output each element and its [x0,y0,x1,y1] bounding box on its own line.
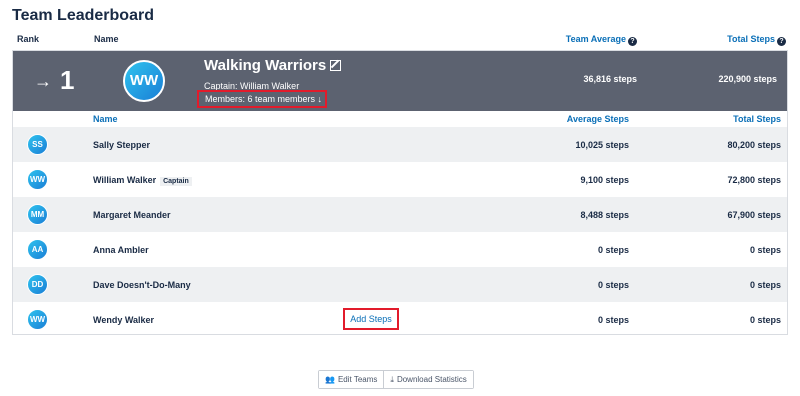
members-toggle[interactable]: Members: 6 team members ↓ [197,90,327,108]
edit-icon[interactable] [330,60,342,71]
member-total: 0 steps [749,280,781,290]
member-average: 9,100 steps [580,175,629,185]
team-avatar: WW [123,60,165,102]
member-table-header: Name Average Steps Total Steps [13,111,787,127]
arrow-right-icon: → [34,71,52,91]
help-icon[interactable]: ? [777,37,786,46]
member-average: 10,025 steps [575,140,629,150]
member-total: 0 steps [749,315,781,325]
add-steps-button[interactable]: Add Steps [343,308,399,330]
column-header-name: Name [94,34,119,44]
team-name: Walking Warriors [204,57,342,74]
download-statistics-label: Download Statistics [396,375,467,384]
table-row: SS Sally Stepper 10,025 steps 80,200 ste… [13,127,787,162]
member-header-total: Total Steps [733,114,781,124]
avatar: DD [27,274,48,295]
avatar: WW [27,169,48,190]
member-header-average: Average Steps [566,114,629,124]
member-average: 0 steps [597,315,629,325]
leaderboard-panel: → 1 WW Walking Warriors Captain: William… [12,50,788,335]
column-header-team-average[interactable]: Team Average? [566,34,637,48]
table-row: AA Anna Ambler 0 steps 0 steps [13,232,787,267]
member-total: 0 steps [749,245,781,255]
team-rank: 1 [60,65,75,95]
edit-teams-label: Edit Teams [337,375,378,384]
column-header-total-steps[interactable]: Total Steps? [727,34,786,48]
member-average: 8,488 steps [580,210,629,220]
page-title: Team Leaderboard [12,7,154,24]
avatar: AA [27,239,48,260]
member-name: Margaret Meander [93,210,171,220]
download-statistics-button[interactable]: ⤓ Download Statistics [383,371,473,388]
table-row: WW William Walker Captain 9,100 steps 72,… [13,162,787,197]
action-button-group: 👥 Edit Teams ⤓ Download Statistics [318,370,474,389]
edit-teams-button[interactable]: 👥 Edit Teams [319,371,384,388]
team-name-label: Walking Warriors [204,57,327,74]
avatar: MM [27,204,48,225]
member-average: 0 steps [597,280,629,290]
table-row: DD Dave Doesn't-Do-Many 0 steps 0 steps [13,267,787,302]
team-average-value: 36,816 steps [583,74,637,84]
member-name: Sally Stepper [93,140,151,150]
table-row: MM Margaret Meander 8,488 steps 67,900 s… [13,197,787,232]
team-row[interactable]: → 1 WW Walking Warriors Captain: William… [13,51,787,111]
member-name: Wendy Walker [93,315,155,325]
member-total: 80,200 steps [727,140,781,150]
column-header-team-average-label: Team Average [565,34,626,44]
avatar: SS [27,134,48,155]
member-name: Dave Doesn't-Do-Many [93,280,191,290]
member-total: 72,800 steps [727,175,781,185]
member-list: SS Sally Stepper 10,025 steps 80,200 ste… [13,127,787,337]
table-row: WW Wendy Walker Add Steps 0 steps 0 step… [13,302,787,337]
member-average: 0 steps [597,245,629,255]
download-icon: ⤓ [390,375,394,384]
member-name-label: William Walker [93,175,157,185]
member-name: Anna Ambler [93,245,149,255]
users-icon: 👥 [325,375,335,384]
member-name: William Walker Captain [93,175,192,186]
column-header-rank: Rank [17,34,40,44]
captain-badge: Captain [160,177,192,186]
avatar: WW [27,309,48,330]
help-icon[interactable]: ? [628,37,637,46]
member-header-name: Name [93,114,118,124]
team-total-value: 220,900 steps [718,74,777,84]
column-header-total-steps-label: Total Steps [727,34,775,44]
member-total: 67,900 steps [727,210,781,220]
